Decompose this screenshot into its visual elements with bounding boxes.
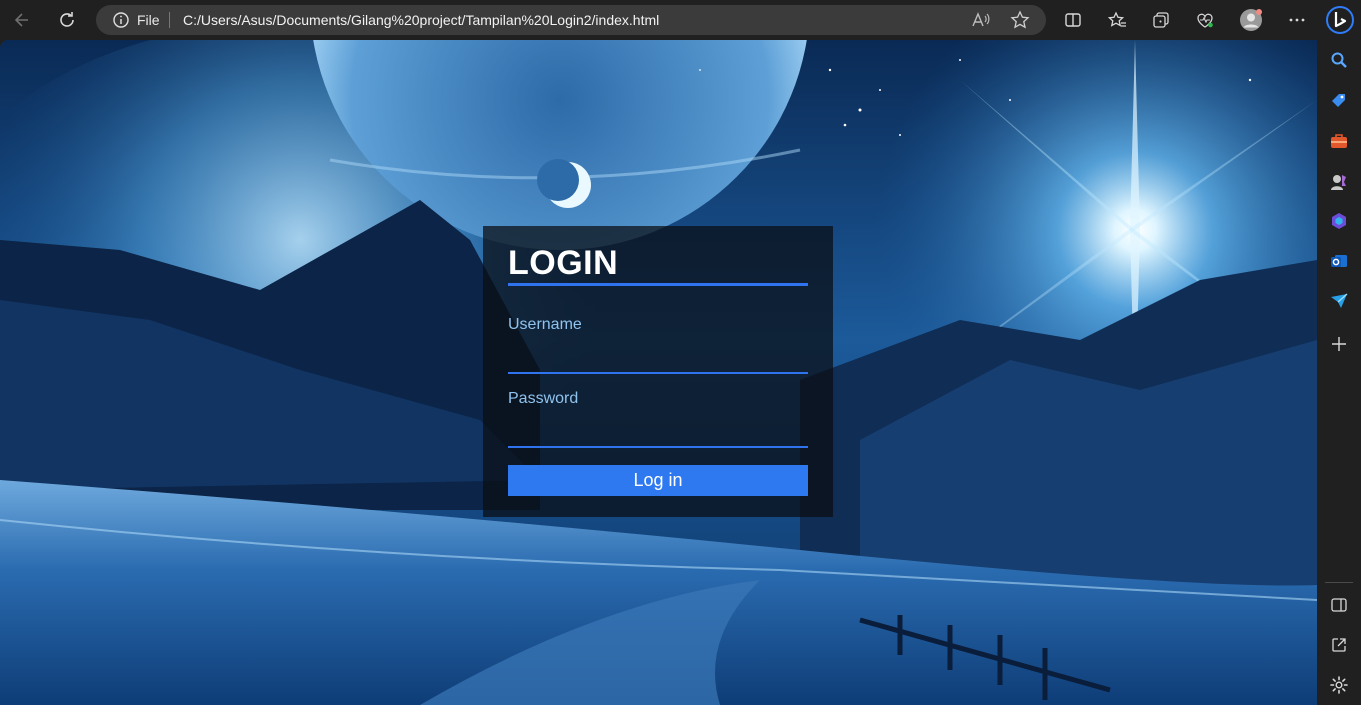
browser-toolbar: File C:/Users/Asus/Documents/Gilang%20pr… <box>0 0 1361 40</box>
open-external-icon[interactable] <box>1327 633 1351 657</box>
add-icon[interactable] <box>1327 332 1351 356</box>
address-separator <box>169 12 170 28</box>
title-underline <box>508 283 808 286</box>
settings-icon[interactable] <box>1327 673 1351 697</box>
collections-icon[interactable] <box>1147 6 1175 34</box>
profile-avatar-icon[interactable] <box>1237 6 1265 34</box>
more-options-icon[interactable] <box>1283 6 1311 34</box>
sidebar-divider <box>1325 582 1353 583</box>
address-scheme: File <box>137 12 160 28</box>
read-aloud-icon[interactable] <box>970 10 990 30</box>
split-screen-icon[interactable] <box>1059 6 1087 34</box>
username-input[interactable] <box>508 344 808 374</box>
address-bar[interactable]: File C:/Users/Asus/Documents/Gilang%20pr… <box>96 5 1046 35</box>
address-url[interactable]: C:/Users/Asus/Documents/Gilang%20project… <box>183 12 659 28</box>
microsoft-365-icon[interactable] <box>1327 209 1351 233</box>
bing-copilot-icon[interactable] <box>1325 5 1355 35</box>
drop-icon[interactable] <box>1327 289 1351 313</box>
search-icon[interactable] <box>1327 48 1351 72</box>
login-title: LOGIN <box>508 244 619 282</box>
page-viewport: LOGIN Username Password <box>0 40 1317 705</box>
tools-icon[interactable] <box>1327 129 1351 153</box>
back-icon[interactable] <box>8 6 36 34</box>
browser-essentials-icon[interactable] <box>1191 6 1219 34</box>
hide-sidebar-icon[interactable] <box>1327 593 1351 617</box>
username-label: Username <box>508 316 582 333</box>
info-icon[interactable] <box>112 11 130 29</box>
password-label: Password <box>508 390 579 407</box>
games-icon[interactable] <box>1327 170 1351 194</box>
login-button[interactable]: Log in <box>508 465 808 496</box>
password-input[interactable] <box>508 418 808 448</box>
shopping-tag-icon[interactable] <box>1327 89 1351 113</box>
outlook-icon[interactable] <box>1327 249 1351 273</box>
refresh-icon[interactable] <box>53 6 81 34</box>
favorites-icon[interactable] <box>1103 6 1131 34</box>
browser-sidebar <box>1317 40 1361 705</box>
favorite-star-icon[interactable] <box>1010 10 1030 30</box>
